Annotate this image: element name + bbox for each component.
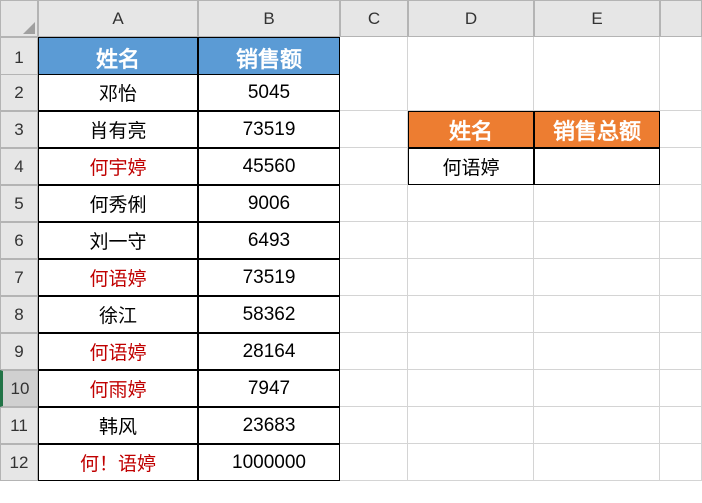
col-header-e[interactable]: E [534, 0, 660, 37]
row-header[interactable]: 11 [0, 407, 38, 444]
cell[interactable] [340, 444, 408, 481]
row-header[interactable]: 5 [0, 185, 38, 222]
row-header[interactable]: 6 [0, 222, 38, 259]
cell[interactable] [660, 444, 702, 481]
cell[interactable] [340, 407, 408, 444]
cell-sales[interactable]: 9006 [198, 185, 340, 222]
row-header[interactable]: 4 [0, 148, 38, 185]
cell[interactable] [340, 222, 408, 259]
cell[interactable] [408, 74, 534, 111]
cell[interactable] [340, 259, 408, 296]
cell[interactable] [408, 259, 534, 296]
cell-name[interactable]: 何语婷 [38, 333, 198, 370]
cell[interactable] [534, 222, 660, 259]
side-header-name[interactable]: 姓名 [408, 111, 534, 148]
cell[interactable] [660, 185, 702, 222]
cell[interactable] [534, 259, 660, 296]
cell[interactable] [340, 111, 408, 148]
cell[interactable] [340, 296, 408, 333]
cell[interactable] [660, 74, 702, 111]
cell-name[interactable]: 韩风 [38, 407, 198, 444]
cell[interactable] [534, 185, 660, 222]
cell-sales[interactable]: 7947 [198, 370, 340, 407]
cell[interactable] [534, 296, 660, 333]
cell[interactable] [408, 444, 534, 481]
cell[interactable] [534, 407, 660, 444]
col-header-b[interactable]: B [198, 0, 340, 37]
cell-name[interactable]: 刘一守 [38, 222, 198, 259]
row-header[interactable]: 8 [0, 296, 38, 333]
cell[interactable] [340, 370, 408, 407]
cell[interactable] [408, 37, 534, 79]
side-cell-total[interactable] [534, 148, 660, 185]
row-header[interactable]: 2 [0, 74, 38, 111]
cell-sales[interactable]: 1000000 [198, 444, 340, 481]
side-header-total[interactable]: 销售总额 [534, 111, 660, 148]
cell-sales[interactable]: 73519 [198, 259, 340, 296]
cell[interactable] [340, 74, 408, 111]
row-header[interactable]: 3 [0, 111, 38, 148]
cell[interactable] [408, 407, 534, 444]
cell[interactable] [534, 74, 660, 111]
cell-name[interactable]: 徐江 [38, 296, 198, 333]
row-header[interactable]: 7 [0, 259, 38, 296]
cell[interactable] [660, 148, 702, 185]
row-header[interactable]: 12 [0, 444, 38, 481]
cell[interactable] [534, 370, 660, 407]
cell-sales[interactable]: 45560 [198, 148, 340, 185]
cell-sales[interactable]: 58362 [198, 296, 340, 333]
cell-name[interactable]: 何！语婷 [38, 444, 198, 481]
row-header[interactable]: 9 [0, 333, 38, 370]
cell[interactable] [408, 185, 534, 222]
cell-name[interactable]: 何雨婷 [38, 370, 198, 407]
cell-name[interactable]: 何秀俐 [38, 185, 198, 222]
select-all-corner[interactable] [0, 0, 38, 37]
cell[interactable] [534, 444, 660, 481]
cell-sales[interactable]: 28164 [198, 333, 340, 370]
header-name[interactable]: 姓名 [38, 37, 198, 79]
col-header-a[interactable]: A [38, 0, 198, 37]
row-header[interactable]: 1 [0, 37, 38, 79]
cell[interactable] [660, 259, 702, 296]
cell[interactable] [660, 407, 702, 444]
cell-name[interactable]: 何语婷 [38, 259, 198, 296]
cell[interactable] [660, 111, 702, 148]
cell[interactable] [340, 37, 408, 79]
cell[interactable] [534, 333, 660, 370]
cell[interactable] [660, 333, 702, 370]
cell[interactable] [340, 185, 408, 222]
row-header-selected[interactable]: 10 [0, 370, 38, 407]
cell[interactable] [408, 370, 534, 407]
cell-name[interactable]: 肖有亮 [38, 111, 198, 148]
spreadsheet-grid[interactable]: A B C D E 1 姓名 销售额 2 邓怡 5045 3 肖有亮 73519… [0, 0, 702, 481]
cell[interactable] [660, 222, 702, 259]
col-header-d[interactable]: D [408, 0, 534, 37]
cell[interactable] [408, 222, 534, 259]
cell[interactable] [340, 333, 408, 370]
cell[interactable] [660, 296, 702, 333]
cell[interactable] [660, 37, 702, 79]
cell[interactable] [408, 333, 534, 370]
cell-sales[interactable]: 6493 [198, 222, 340, 259]
cell-name[interactable]: 邓怡 [38, 74, 198, 111]
header-sales[interactable]: 销售额 [198, 37, 340, 79]
col-header-blank[interactable] [660, 0, 702, 37]
cell-name[interactable]: 何宇婷 [38, 148, 198, 185]
cell[interactable] [340, 148, 408, 185]
cell[interactable] [534, 37, 660, 79]
cell[interactable] [408, 296, 534, 333]
side-cell-name[interactable]: 何语婷 [408, 148, 534, 185]
cell-sales[interactable]: 5045 [198, 74, 340, 111]
cell-sales[interactable]: 73519 [198, 111, 340, 148]
cell-sales[interactable]: 23683 [198, 407, 340, 444]
cell[interactable] [660, 370, 702, 407]
col-header-c[interactable]: C [340, 0, 408, 37]
